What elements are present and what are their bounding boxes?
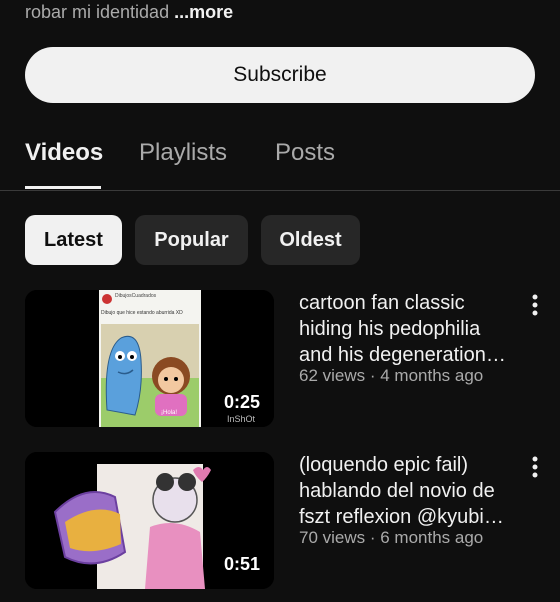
subscribe-button[interactable]: Subscribe	[25, 47, 535, 103]
video-item: DibujosCuadrados Dibujo que hice estando…	[0, 290, 560, 440]
more-vert-icon[interactable]	[525, 292, 545, 322]
thumbnail-post-header: DibujosCuadrados	[115, 293, 157, 299]
chip-popular[interactable]: Popular	[135, 215, 248, 265]
channel-description: robar mi identidad ...more	[25, 2, 233, 23]
tab-posts[interactable]: Posts	[275, 139, 335, 167]
video-title-line: and his degeneration…	[299, 344, 506, 366]
subscribe-label: Subscribe	[233, 63, 327, 86]
thumbnail-watermark: InShOt	[227, 414, 256, 424]
video-title-line: hablando del novio de	[299, 480, 495, 502]
chip-latest[interactable]: Latest	[25, 215, 122, 265]
channel-tabs: Videos Playlists Posts	[0, 130, 560, 191]
more-link[interactable]: ...more	[174, 2, 233, 22]
video-duration: 0:25	[223, 392, 260, 412]
active-tab-indicator	[25, 186, 101, 189]
video-title[interactable]: (loquendo epic fail) hablando del novio …	[299, 452, 519, 530]
chip-oldest[interactable]: Oldest	[261, 215, 360, 265]
video-meta: 62 views · 4 months ago	[299, 366, 484, 385]
video-meta: 70 views · 6 months ago	[299, 528, 484, 547]
video-duration: 0:51	[223, 554, 260, 574]
video-title-line: fszt reflexion @kyubi…	[299, 506, 504, 528]
thumbnail-bubble-text: ¡Hola!	[161, 410, 177, 416]
video-title[interactable]: cartoon fan classic hiding his pedophili…	[299, 290, 519, 368]
video-title-line: (loquendo epic fail)	[299, 454, 468, 476]
description-text: robar mi identidad	[25, 2, 175, 22]
video-title-line: hiding his pedophilia	[299, 318, 481, 340]
thumbnail-post-text: Dibujo que hice estando aburrida XD	[101, 310, 183, 316]
tab-playlists[interactable]: Playlists	[139, 139, 227, 167]
tab-videos[interactable]: Videos	[25, 139, 103, 167]
video-title-line: cartoon fan classic	[299, 292, 465, 314]
video-thumbnail[interactable]: DibujosCuadrados Dibujo que hice estando…	[25, 290, 274, 427]
more-vert-icon[interactable]	[525, 454, 545, 484]
video-item: 0:51 (loquendo epic fail) hablando del n…	[0, 452, 560, 602]
video-thumbnail[interactable]: 0:51	[25, 452, 274, 589]
